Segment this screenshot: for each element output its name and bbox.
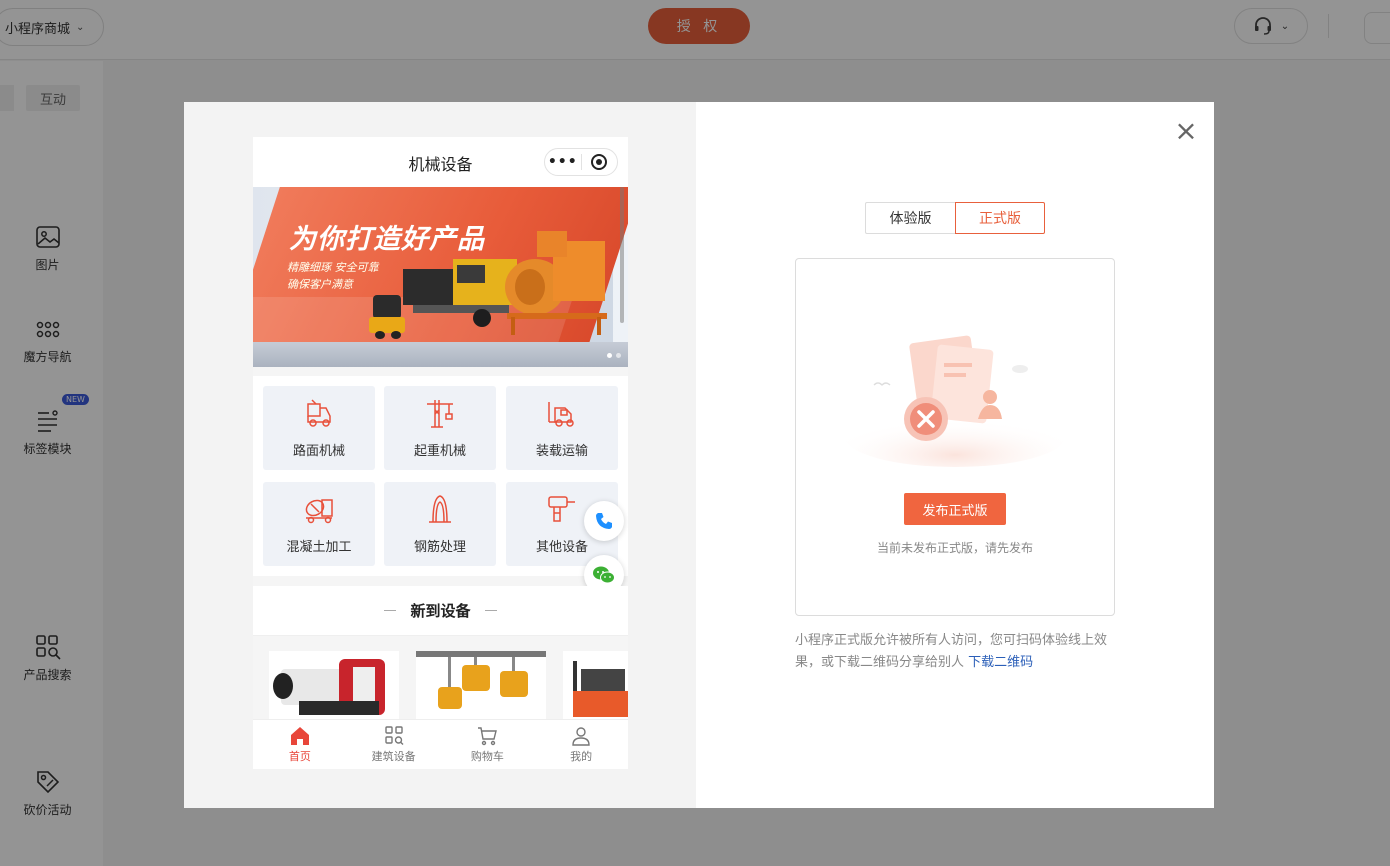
grid-search-icon: [384, 725, 404, 745]
product-card[interactable]: [416, 651, 546, 727]
qr-code-panel: 发布正式版 当前未发布正式版，请先发布: [795, 258, 1115, 616]
publish-release-button[interactable]: 发布正式版: [904, 493, 1006, 525]
product-card[interactable]: [563, 651, 628, 727]
section-header: 新到设备: [253, 586, 628, 636]
scrollbar[interactable]: [620, 187, 624, 323]
carousel-dot-active[interactable]: [607, 353, 612, 358]
product-list: [253, 637, 628, 727]
phone-call-button[interactable]: [584, 501, 624, 541]
crane-icon: [427, 400, 453, 428]
close-icon[interactable]: ×: [1174, 117, 1198, 145]
release-description: 小程序正式版允许被所有人访问，您可扫码体验线上效果，或下载二维码分享给别人 下载…: [795, 633, 1108, 670]
home-icon: [290, 726, 309, 745]
banner-carousel[interactable]: 为你打造好产品 精雕细琢 安全可靠 确保客户满意: [253, 187, 628, 367]
category-item[interactable]: 起重机械: [384, 386, 496, 470]
mini-program-nav-bar: 机械设备 •••: [253, 137, 628, 187]
tab-building-equipment[interactable]: 建筑设备: [347, 720, 441, 769]
category-item[interactable]: 混凝土加工: [263, 482, 375, 566]
tab-cart[interactable]: 购物车: [441, 720, 535, 769]
version-tabs: 体验版 正式版: [865, 202, 1045, 234]
empty-state-illustration: [845, 335, 1065, 467]
download-qrcode-link[interactable]: 下载二维码: [968, 655, 1033, 670]
category-item[interactable]: 路面机械: [263, 386, 375, 470]
rebar-icon: [429, 495, 451, 523]
user-icon: [572, 726, 590, 746]
forklift-icon: [548, 402, 574, 427]
phone-preview: 机械设备 ••• 为你打造好产品 精雕细琢 安全可靠 确保客户满意 路面机械 起…: [253, 137, 628, 769]
road-machine-icon: [307, 399, 331, 427]
category-item[interactable]: 装载运输: [506, 386, 618, 470]
phone-icon: [596, 513, 612, 529]
tab-release-version[interactable]: 正式版: [955, 202, 1045, 234]
concrete-mixer-image: [497, 231, 621, 335]
category-item[interactable]: 钢筋处理: [384, 482, 496, 566]
tab-trial-version[interactable]: 体验版: [865, 202, 955, 234]
category-grid: 路面机械 起重机械 装载运输 混凝土加工 钢筋处理 其他设备: [253, 376, 628, 576]
banner-slogan: 为你打造好产品: [289, 224, 485, 255]
version-preview-modal: 机械设备 ••• 为你打造好产品 精雕细琢 安全可靠 确保客户满意 路面机械 起…: [184, 102, 1214, 808]
cart-icon: [478, 726, 498, 745]
wechat-icon: [593, 566, 615, 584]
tab-mine[interactable]: 我的: [534, 720, 628, 769]
close-mini-program-icon[interactable]: [581, 154, 617, 170]
tab-home[interactable]: 首页: [253, 720, 347, 769]
capsule-menu[interactable]: •••: [544, 148, 618, 176]
drill-icon: [548, 496, 575, 522]
preview-panel: 机械设备 ••• 为你打造好产品 精雕细琢 安全可靠 确保客户满意 路面机械 起…: [184, 102, 696, 808]
empty-tip: 当前未发布正式版，请先发布: [876, 541, 1033, 555]
carousel-dot[interactable]: [616, 353, 621, 358]
section-title: 新到设备: [410, 602, 471, 620]
bottom-tab-bar: 首页 建筑设备 购物车 我的: [253, 719, 628, 769]
product-card[interactable]: [269, 651, 399, 727]
concrete-mixer-icon: [305, 499, 333, 524]
more-icon[interactable]: •••: [545, 154, 581, 170]
